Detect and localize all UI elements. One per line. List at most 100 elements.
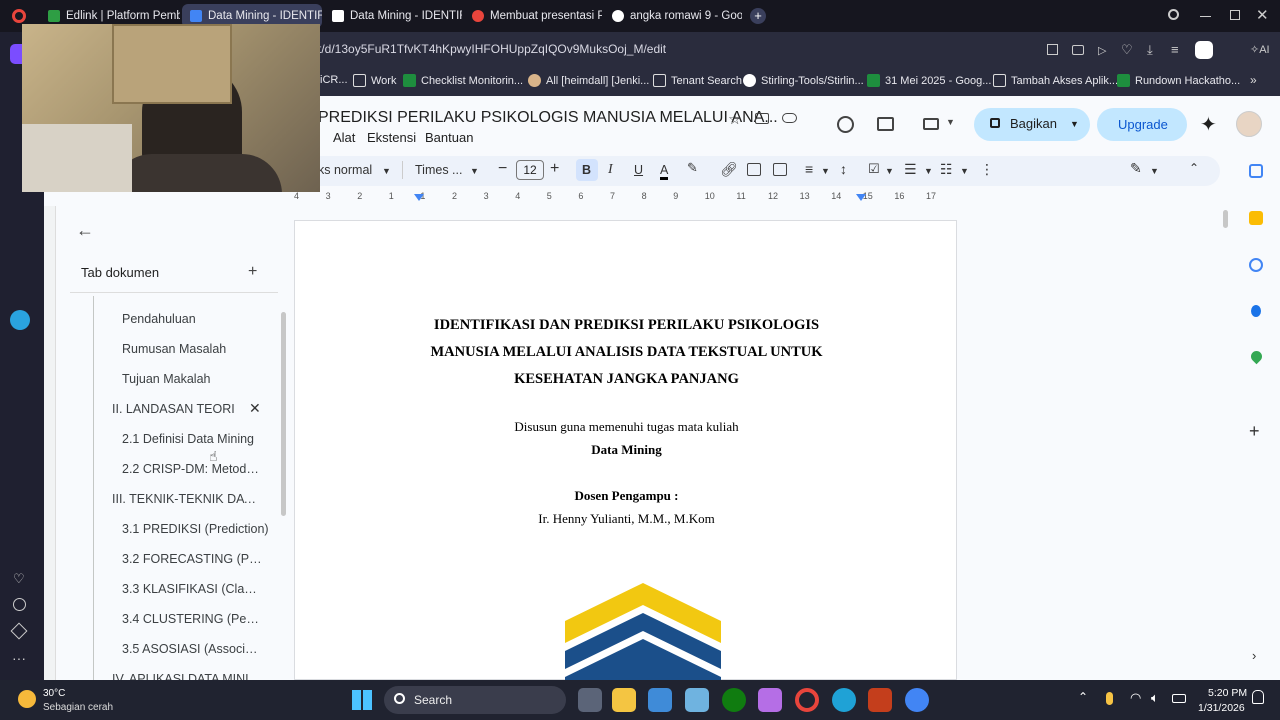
font-size-input[interactable]: 12 [516,160,544,180]
copilot-icon[interactable] [758,688,782,712]
align-icon[interactable]: ≡ [805,161,813,177]
weather-sun-icon[interactable] [18,690,36,708]
numbered-dropdown-icon[interactable]: ▼ [960,166,969,176]
more-icon[interactable]: ··· [12,650,26,666]
checklist-icon[interactable]: ☑ [868,161,880,177]
font-dropdown-icon[interactable]: ▼ [470,166,479,176]
add-addon-icon[interactable]: + [1249,421,1260,442]
outline-item[interactable]: II. LANDASAN TEORI [112,402,242,416]
notifications-icon[interactable] [1252,690,1264,704]
tab-data-mining[interactable]: Data Mining - IDENTIFIKA [324,4,462,28]
menu-bantuan[interactable]: Bantuan [425,130,473,145]
expand-panel-icon[interactable]: › [1252,648,1256,663]
outline-item[interactable]: 3.4 CLUSTERING (Peng... [122,612,262,626]
powerpoint-icon[interactable] [868,688,892,712]
cloud-status-icon[interactable] [782,113,797,123]
camera-icon[interactable] [1072,45,1084,55]
outline-item[interactable]: IV. APLIKASI DATA MININ... [112,672,262,680]
close-window-icon[interactable]: ✕ [1256,6,1269,24]
right-indent-marker-icon[interactable] [856,194,866,201]
battery-icon[interactable] [1172,694,1186,703]
file-explorer-icon[interactable] [612,688,636,712]
opera-taskbar-icon[interactable] [795,688,819,712]
text-color-icon[interactable]: A [660,163,669,180]
tab-presentation[interactable]: Membuat presentasi Pow [464,4,602,28]
remove-heading-icon[interactable]: ✕ [249,400,261,417]
numbered-list-icon[interactable]: ☷ [940,161,953,178]
move-folder-icon[interactable] [755,113,769,124]
weather-temp[interactable]: 30°C [43,688,65,699]
gemini-icon[interactable]: ✦ [1200,112,1217,137]
taskbar-search-box[interactable] [384,686,566,714]
bookmark-checklist[interactable]: Checklist Monitorin... [403,74,523,87]
document-title[interactable]: PREDIKSI PERILAKU PSIKOLOGIS MANUSIA MEL… [318,109,778,127]
sidebar-scrollbar[interactable] [281,312,286,516]
clock-time[interactable]: 5:20 PM [1208,687,1247,699]
align-dropdown-icon[interactable]: ▼ [821,166,830,176]
document-page[interactable]: IDENTIFIKASI DAN PREDIKSI PERILAKU PSIKO… [294,220,957,681]
outline-item[interactable]: III. TEKNIK-TEKNIK DATA ... [112,492,262,506]
microphone-icon[interactable] [1106,692,1113,705]
bookmark-stirling[interactable]: Stirling-Tools/Stirlin... [743,74,864,87]
download-icon[interactable]: ⤓ [1147,42,1153,58]
version-history-icon[interactable] [837,116,854,133]
heart-icon[interactable]: ♡ [1121,42,1133,58]
outline-item[interactable]: Pendahuluan [122,312,272,326]
tasks-icon[interactable] [1249,258,1263,272]
outline-item[interactable]: Tujuan Makalah [122,372,272,386]
decrease-font-icon[interactable]: − [498,160,507,178]
font-select[interactable]: Times ... [415,163,462,177]
outline-item[interactable]: 3.3 KLASIFIKASI (Classi... [122,582,262,596]
bookmark-tenant[interactable]: Tenant Search [653,74,742,87]
telegram-icon[interactable] [10,310,30,330]
profile-icon[interactable] [1195,41,1213,59]
start-windows-icon[interactable] [352,690,372,710]
bookmark-tambah[interactable]: Tambah Akses Aplik... [993,74,1118,87]
line-spacing-icon[interactable]: ↕ [840,161,847,177]
menu-alat[interactable]: Alat [333,130,355,145]
italic-icon[interactable]: I [608,162,613,178]
store-icon[interactable] [648,688,672,712]
share-dropdown-icon[interactable]: ▼ [1070,119,1079,129]
bookmark-work[interactable]: Work [353,74,396,87]
page-scrollbar[interactable] [1223,210,1228,228]
photos-icon[interactable] [685,688,709,712]
wifi-icon[interactable]: ◠ [1130,690,1141,706]
editing-mode-icon[interactable]: ✎ [1130,160,1142,177]
menu-lines-icon[interactable]: ≡ [1171,42,1179,57]
star-icon[interactable]: ☆ [728,110,741,128]
bulleted-list-icon[interactable]: ☰ [904,161,917,178]
bookmark-31mei[interactable]: 31 Mei 2025 - Goog... [867,74,991,87]
add-comment-icon[interactable] [747,163,761,176]
underline-icon[interactable]: U [634,163,643,177]
meet-dropdown-icon[interactable]: ▼ [946,117,955,127]
keep-icon[interactable] [1249,211,1263,225]
clock-date[interactable]: 1/31/2026 [1198,702,1245,714]
increase-font-icon[interactable]: + [550,160,559,178]
edit-icon[interactable] [1047,44,1058,55]
search-tabs-icon[interactable] [1168,9,1179,20]
checklist-dropdown-icon[interactable]: ▼ [885,166,894,176]
editing-dropdown-icon[interactable]: ▼ [1150,166,1159,176]
edge-icon[interactable] [832,688,856,712]
bullet-dropdown-icon[interactable]: ▼ [924,166,933,176]
new-tab-icon[interactable]: + [750,8,766,24]
paragraph-style-select[interactable]: ks normal [318,163,372,177]
minimize-icon[interactable] [1200,16,1211,17]
menu-ekstensi[interactable]: Ekstensi [367,130,416,145]
tab-google-search[interactable]: angka romawi 9 - Google [604,4,742,28]
outline-item[interactable]: Rumusan Masalah [122,342,272,356]
contacts-icon[interactable] [1251,305,1261,317]
outline-item[interactable]: 3.2 FORECASTING (Per... [122,552,262,566]
account-avatar[interactable] [1236,111,1262,137]
bookmark-icr[interactable]: iCR... [320,74,348,86]
insert-image-icon[interactable] [773,163,787,176]
favorites-icon[interactable]: ♡ [13,571,25,587]
back-arrow-icon[interactable]: ← [76,220,94,241]
task-view-icon[interactable] [578,688,602,712]
play-icon[interactable]: ▷ [1098,44,1106,57]
maximize-icon[interactable] [1230,10,1240,20]
url-text[interactable]: t/d/13oy5FuR1TfvKT4hKpwyIHFOHUppZqIQOv9M… [318,42,666,56]
style-dropdown-icon[interactable]: ▼ [382,166,391,176]
outline-item[interactable]: 2.2 CRISP-DM: Metodol... [122,462,262,476]
